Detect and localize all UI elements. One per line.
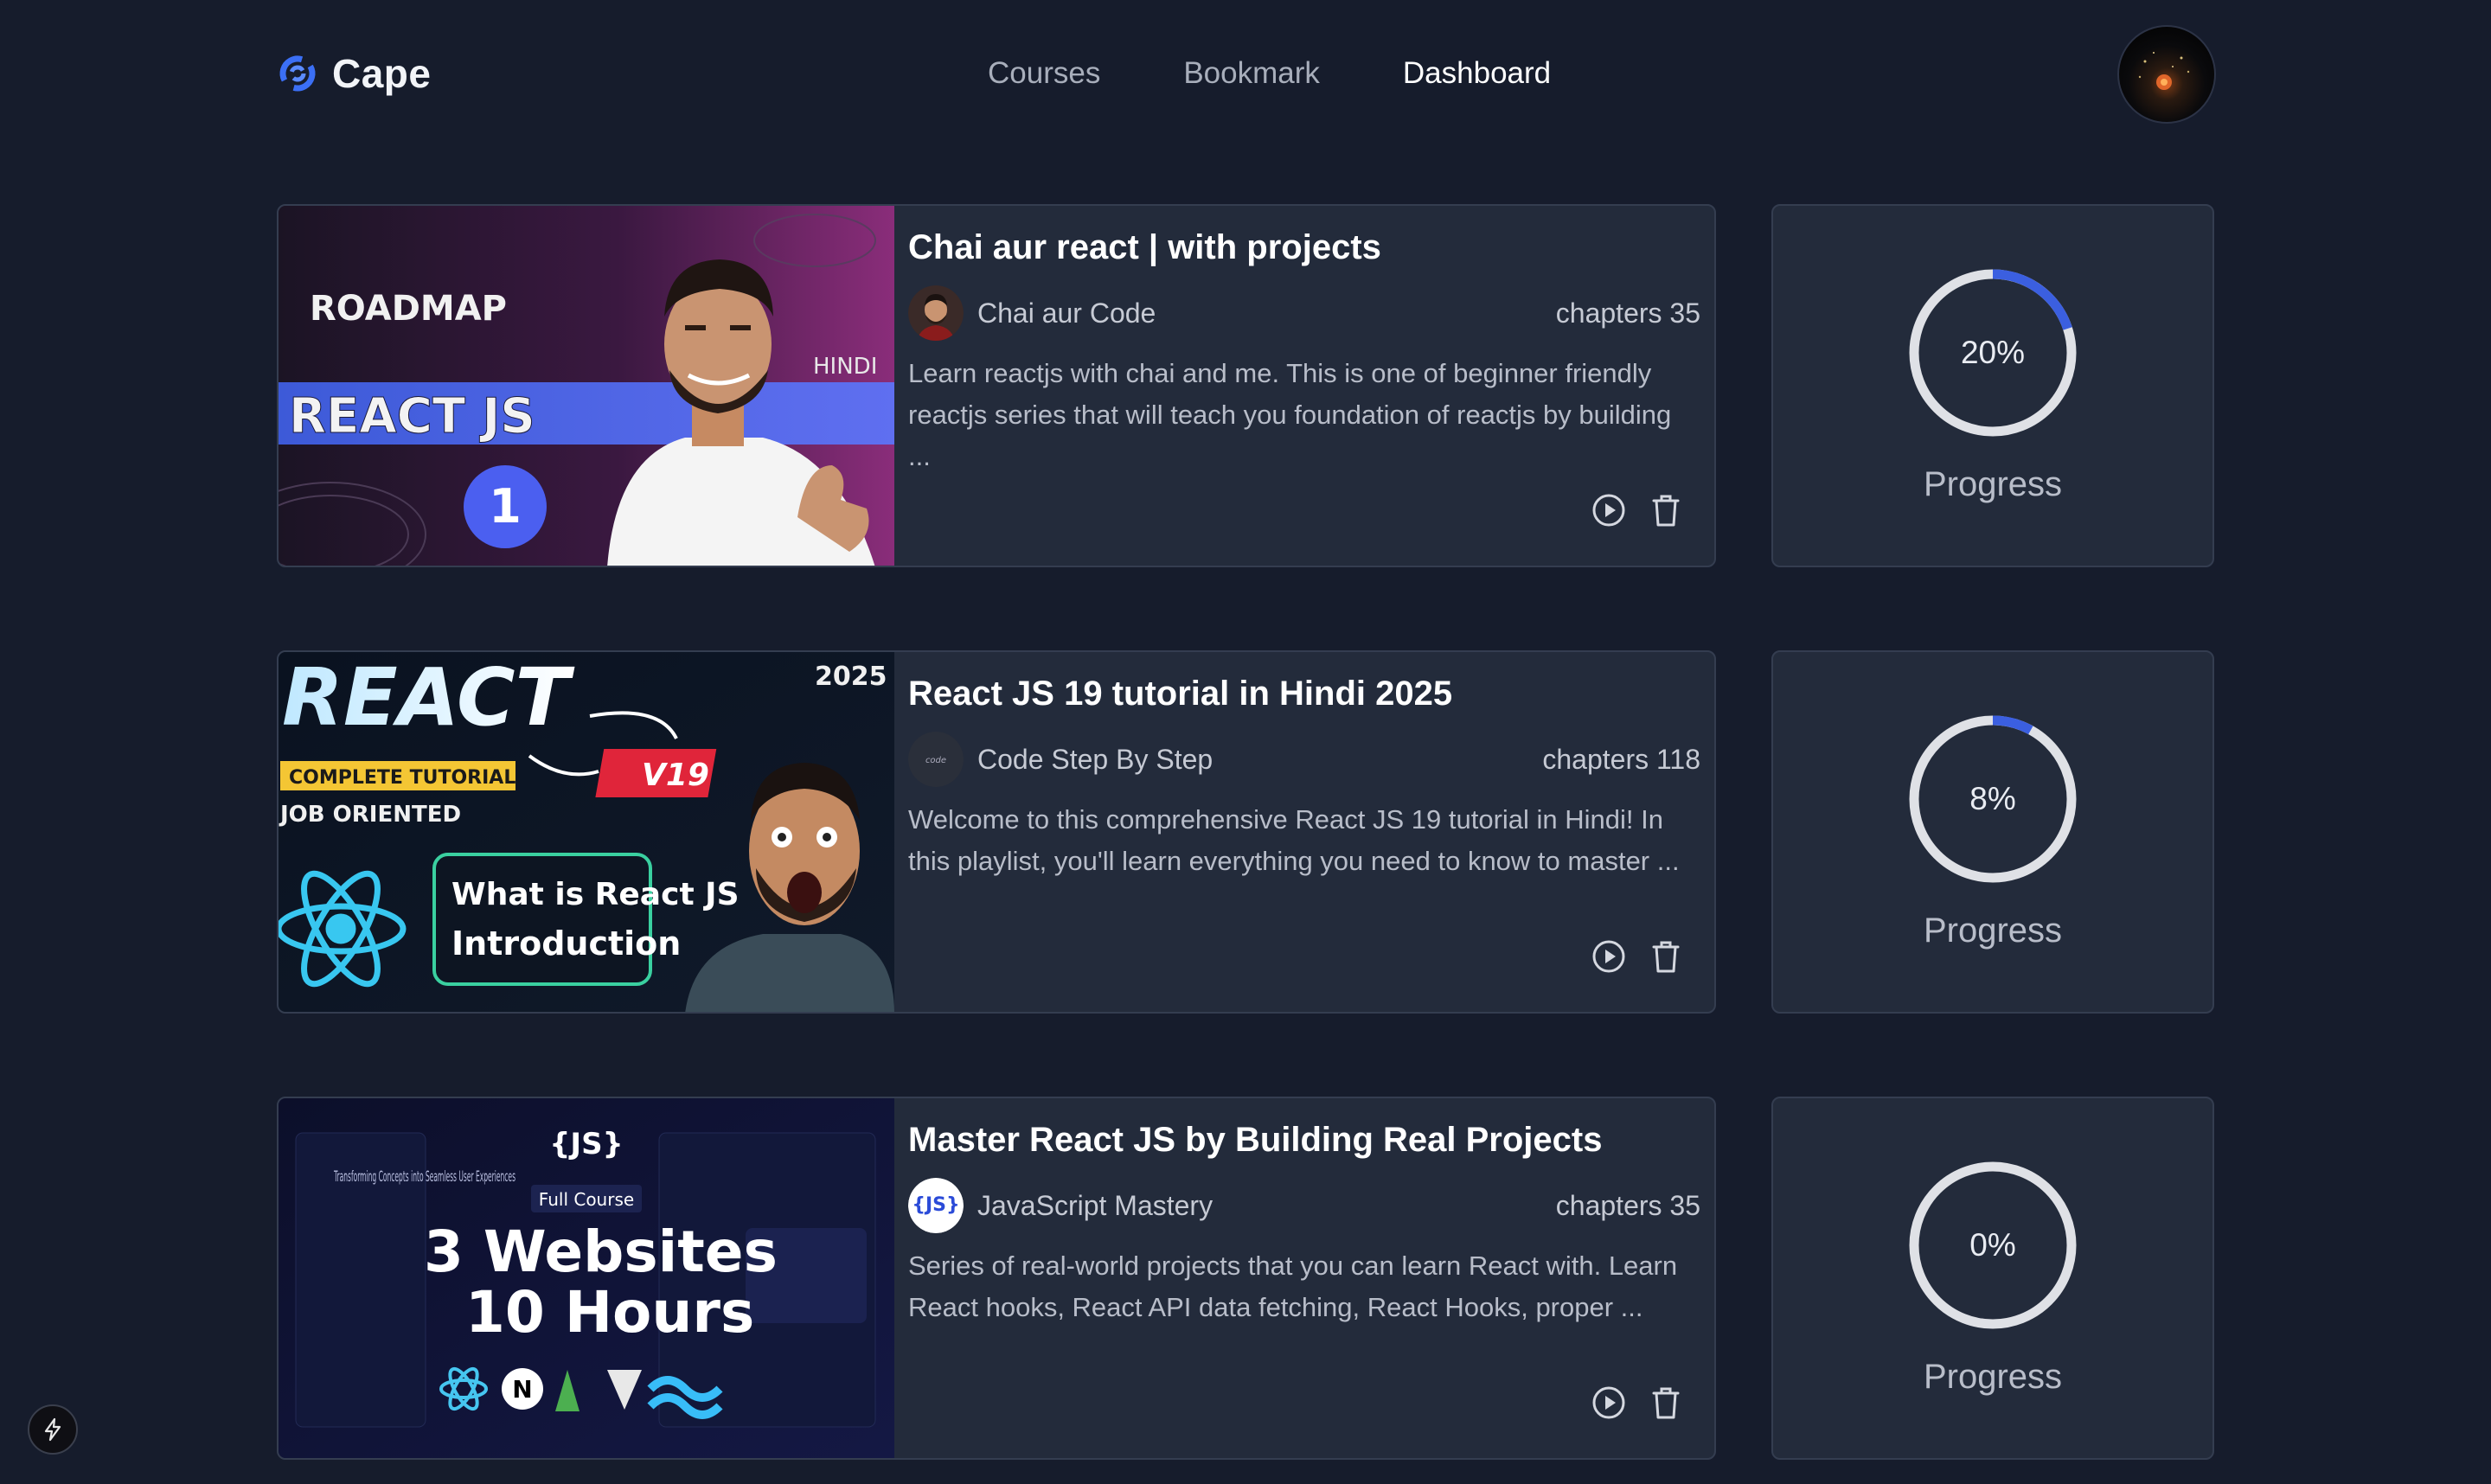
thumbnail-year: 2025 [815, 662, 887, 692]
chapters-count: chapters 35 [1555, 1190, 1700, 1221]
course-description: Learn reactjs with chai and me. This is … [908, 358, 1672, 471]
thumbnail-tag3: JOB ORIENTED [279, 802, 461, 828]
author-name: JavaScript Mastery [977, 1190, 1213, 1221]
progress-card: 0% Progress [1771, 1097, 2214, 1460]
progress-label: Progress [1923, 1358, 2063, 1396]
brand[interactable]: Cape [275, 45, 431, 102]
lightning-bolt-icon[interactable] [28, 1404, 78, 1455]
progress-percent: 8% [1969, 781, 2016, 816]
play-circle-icon[interactable] [1590, 937, 1628, 975]
thumbnail-tagline: Transforming Concepts into Seamless User… [334, 1168, 516, 1186]
course-actions [1590, 937, 1685, 982]
author-row: code Code Step By Step chapters 118 [908, 730, 1700, 787]
course-body: React JS 19 tutorial in Hindi 2025 code … [908, 652, 1700, 1012]
user-avatar[interactable] [2117, 25, 2216, 124]
author-row: Chai aur Code chapters 35 [908, 284, 1700, 341]
course-card[interactable]: Transforming Concepts into Seamless User… [277, 1097, 1716, 1460]
author-avatar-image-icon [908, 285, 964, 341]
thumbnail-websites-image: Transforming Concepts into Seamless User… [279, 1098, 894, 1458]
author-row: {JS} JavaScript Mastery chapters 35 [908, 1176, 1700, 1233]
course-thumbnail[interactable]: REACT 2025 COMPLETE TUTORIAL V19 JOB ORI… [279, 652, 894, 1012]
svg-text:N: N [512, 1375, 532, 1404]
thumbnail-tag2: V19 [642, 758, 709, 793]
svg-text:code: code [925, 756, 946, 765]
author-avatar-image-icon: code [908, 732, 964, 787]
thumbnail-box1: What is React JS [451, 877, 740, 912]
course-thumbnail[interactable]: Transforming Concepts into Seamless User… [279, 1098, 894, 1458]
trash-icon[interactable] [1647, 491, 1685, 529]
thumbnail-text-line1: REACT [282, 652, 575, 744]
progress-label: Progress [1923, 912, 2063, 950]
progress-card: 8% Progress [1771, 650, 2214, 1014]
progress-ring: 20% [1906, 266, 2079, 439]
thumbnail-react19-image: REACT 2025 COMPLETE TUTORIAL V19 JOB ORI… [279, 652, 894, 1012]
brand-name: Cape [332, 51, 432, 96]
progress-label: Progress [1923, 465, 2063, 503]
course-body: Chai aur react | with projects Chai aur … [908, 206, 1700, 566]
course-row: REACT 2025 COMPLETE TUTORIAL V19 JOB ORI… [277, 650, 2214, 1015]
thumbnail-tag: Full Course [539, 1189, 634, 1210]
author-name: Chai aur Code [977, 297, 1156, 329]
thumbnail-text-line2: 10 Hours [465, 1279, 754, 1346]
thumbnail-roadmap-react-image: ROADMAP REACT JS 1 HINDI [279, 206, 894, 566]
author-avatar: code [908, 732, 964, 787]
course-thumbnail[interactable]: ROADMAP REACT JS 1 HINDI [279, 206, 894, 566]
brand-logo-icon [279, 55, 316, 92]
trash-icon[interactable] [1647, 1384, 1685, 1422]
progress-percent: 0% [1969, 1227, 2016, 1263]
play-circle-icon[interactable] [1590, 491, 1628, 529]
nav-link-bookmark[interactable]: Bookmark [1183, 52, 1320, 95]
progress-percent: 20% [1960, 335, 2026, 370]
course-title[interactable]: React JS 19 tutorial in Hindi 2025 [908, 669, 1700, 718]
trash-icon[interactable] [1647, 937, 1685, 975]
chapters-count: chapters 35 [1555, 297, 1700, 329]
course-actions [1590, 1384, 1685, 1429]
course-card[interactable]: REACT 2025 COMPLETE TUTORIAL V19 JOB ORI… [277, 650, 1716, 1014]
author-name: Code Step By Step [977, 744, 1213, 775]
course-row: ROADMAP REACT JS 1 HINDI Chai aur react … [277, 204, 2214, 569]
progress-ring: 0% [1906, 1159, 2079, 1332]
thumbnail-text-line1: 3 Websites [424, 1219, 778, 1285]
thumbnail-badge: 1 [489, 479, 522, 534]
course-description: Welcome to this comprehensive React JS 1… [908, 804, 1680, 876]
course-title[interactable]: Chai aur react | with projects [908, 223, 1700, 272]
avatar-image-icon [2138, 52, 2190, 90]
course-description: Series of real-world projects that you c… [908, 1251, 1678, 1322]
progress-ring: 8% [1906, 713, 2079, 886]
author-avatar: {JS} [908, 1178, 964, 1233]
top-navbar: Cape Courses Bookmark Dashboard [0, 0, 2491, 147]
thumbnail-tag: HINDI [813, 354, 877, 380]
course-card[interactable]: ROADMAP REACT JS 1 HINDI Chai aur react … [277, 204, 1716, 567]
author-avatar [908, 285, 964, 341]
thumbnail-text-line2: REACT JS [289, 388, 535, 445]
chapters-count: chapters 118 [1542, 744, 1700, 775]
main-nav: Courses Bookmark Dashboard [988, 52, 1551, 95]
thumbnail-tag1: COMPLETE TUTORIAL [289, 767, 515, 789]
nav-link-dashboard[interactable]: Dashboard [1403, 52, 1551, 95]
course-actions [1590, 491, 1685, 536]
thumbnail-text-line1: ROADMAP [310, 289, 507, 329]
thumbnail-box2: Introduction [451, 924, 681, 963]
course-body: Master React JS by Building Real Project… [908, 1098, 1700, 1458]
course-title[interactable]: Master React JS by Building Real Project… [908, 1116, 1700, 1164]
course-row: Transforming Concepts into Seamless User… [277, 1097, 2214, 1462]
svg-text:{JS}: {JS} [912, 1194, 959, 1216]
author-avatar-image-icon: {JS} [908, 1178, 964, 1233]
svg-text:{JS}: {JS} [549, 1127, 624, 1161]
nav-link-courses[interactable]: Courses [988, 52, 1100, 95]
progress-card: 20% Progress [1771, 204, 2214, 567]
play-circle-icon[interactable] [1590, 1384, 1628, 1422]
